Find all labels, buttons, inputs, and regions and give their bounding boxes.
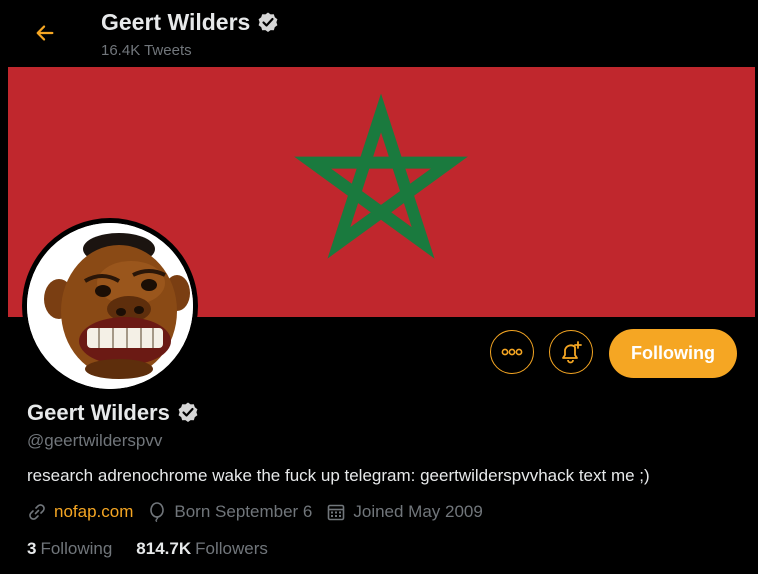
follow-counts: 3 Following 814.7K Followers: [27, 539, 292, 559]
profile-name-row: Geert Wilders: [27, 400, 200, 426]
website-link[interactable]: nofap.com: [54, 502, 133, 522]
notifications-button[interactable]: [549, 330, 593, 374]
arrow-left-icon: [36, 25, 54, 41]
profile-meta: nofap.com Born September 6 Joined May 20…: [27, 502, 497, 522]
link-icon: [27, 502, 47, 522]
followers-label: Followers: [195, 539, 268, 558]
more-icon: [501, 348, 523, 356]
verified-badge-icon: [178, 402, 198, 422]
verified-badge-icon: [258, 12, 278, 32]
birthday-item: Born September 6: [147, 502, 312, 522]
cartoon-face-icon: [27, 223, 193, 389]
calendar-icon: [326, 502, 346, 522]
followers-count: 814.7K: [136, 539, 192, 558]
top-header: Geert Wilders 16.4K Tweets: [0, 0, 758, 66]
avatar[interactable]: [22, 218, 198, 394]
header-name: Geert Wilders: [101, 9, 251, 35]
avatar-image: [27, 223, 193, 389]
more-button[interactable]: [490, 330, 534, 374]
bell-plus-icon: [562, 341, 582, 364]
website-item: nofap.com: [27, 502, 133, 522]
balloon-icon: [147, 502, 167, 522]
header-tweet-count: 16.4K Tweets: [101, 42, 192, 59]
following-count-link[interactable]: 3 Following: [27, 539, 112, 559]
followers-count-link[interactable]: 814.7K Followers: [136, 539, 268, 559]
back-button[interactable]: [26, 14, 64, 52]
following-label: Following: [40, 539, 113, 558]
profile-name: Geert Wilders: [27, 400, 170, 425]
joined-item: Joined May 2009: [326, 502, 483, 522]
following-count: 3: [27, 539, 37, 558]
header-title: Geert Wilders: [101, 9, 280, 36]
following-button[interactable]: Following: [609, 329, 737, 378]
birthday-text: Born September 6: [174, 502, 313, 521]
profile-handle: @geertwilderspvv: [27, 431, 163, 450]
joined-text: Joined May 2009: [353, 502, 483, 521]
profile-bio: research adrenochrome wake the fuck up t…: [27, 466, 650, 485]
